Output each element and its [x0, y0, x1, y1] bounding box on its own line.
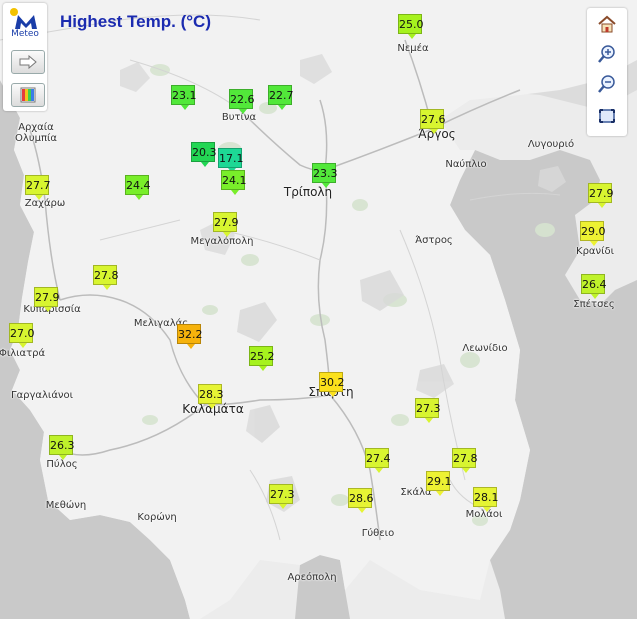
- place-label: Κρανίδι: [576, 246, 614, 257]
- legend-palette-icon: [20, 87, 36, 103]
- place-label: Μεθώνη: [45, 500, 87, 511]
- place-label: Μεγαλόπολη: [190, 236, 254, 247]
- place-label: Φιλιατρά: [0, 348, 46, 359]
- place-label: Νεμέα: [397, 43, 429, 54]
- zoom-out-button[interactable]: [593, 71, 621, 97]
- temp-marker[interactable]: 25.2: [249, 346, 275, 371]
- next-arrow-button[interactable]: [11, 50, 45, 74]
- temp-marker[interactable]: 25.0: [398, 14, 424, 39]
- place-label: Γύθειο: [361, 528, 395, 539]
- zoom-out-icon: [598, 75, 615, 93]
- fit-extent-icon: [599, 109, 615, 123]
- temp-marker[interactable]: 22.6: [229, 89, 255, 114]
- weather-map[interactable]: Highest Temp. (°C) Meteo Νεμέα Αρχαία Ολ…: [0, 0, 637, 619]
- temp-marker[interactable]: 27.9: [588, 183, 614, 208]
- temp-marker[interactable]: 28.1: [473, 487, 499, 512]
- place-label: Πύλος: [46, 459, 78, 470]
- temp-marker[interactable]: 24.4: [125, 175, 151, 200]
- temp-marker[interactable]: 20.3: [191, 142, 217, 167]
- temp-marker[interactable]: 30.2: [319, 372, 345, 397]
- temp-marker[interactable]: 29.1: [426, 471, 452, 496]
- temp-marker[interactable]: 23.1: [171, 85, 197, 110]
- place-label: Αρεόπολη: [287, 572, 337, 583]
- place-label: Ναύπλιο: [445, 159, 487, 170]
- temp-marker[interactable]: 27.6: [420, 109, 446, 134]
- place-label: Κορώνη: [137, 512, 177, 523]
- place-label: Λυγουριό: [527, 139, 575, 150]
- temp-marker[interactable]: 27.9: [34, 287, 60, 312]
- temp-marker[interactable]: 27.9: [213, 212, 239, 237]
- temp-marker[interactable]: 28.3: [198, 384, 224, 409]
- home-button[interactable]: [593, 11, 621, 37]
- temp-marker[interactable]: 27.8: [93, 265, 119, 290]
- map-tool-panel: [587, 8, 627, 136]
- temp-marker[interactable]: 24.1: [221, 170, 247, 195]
- legend-button[interactable]: [11, 83, 45, 107]
- home-icon: [598, 15, 616, 33]
- next-arrow-icon: [19, 55, 37, 69]
- place-label: Λεωνίδιο: [462, 343, 508, 354]
- place-label: Αρχαία Ολυμπία: [15, 122, 57, 144]
- left-control-panel: Meteo: [3, 3, 47, 111]
- fit-extent-button[interactable]: [593, 103, 621, 129]
- meteo-logo-text: Meteo: [11, 29, 39, 39]
- temp-marker[interactable]: 29.0: [580, 221, 606, 246]
- temp-marker[interactable]: 22.7: [268, 85, 294, 110]
- temp-marker[interactable]: 27.7: [25, 175, 51, 200]
- temp-marker[interactable]: 27.0: [9, 323, 35, 348]
- temp-marker[interactable]: 27.8: [452, 448, 478, 473]
- temp-marker[interactable]: 27.3: [415, 398, 441, 423]
- base-map: [0, 0, 637, 619]
- zoom-in-button[interactable]: [593, 41, 621, 67]
- place-label: Άστρος: [415, 235, 453, 246]
- temp-marker[interactable]: 32.2: [177, 324, 203, 349]
- temp-marker[interactable]: 26.4: [581, 274, 607, 299]
- temp-marker[interactable]: 26.3: [49, 435, 75, 460]
- temp-marker[interactable]: 27.3: [269, 484, 295, 509]
- temp-marker[interactable]: 28.6: [348, 488, 374, 513]
- zoom-in-icon: [598, 45, 615, 63]
- temp-marker[interactable]: 17.1: [218, 148, 244, 173]
- place-label: Σπέτσες: [573, 299, 615, 310]
- map-title: Highest Temp. (°C): [60, 12, 211, 31]
- temp-marker[interactable]: 23.3: [312, 163, 338, 188]
- place-label: Γαργαλιάνοι: [10, 390, 74, 401]
- temp-marker[interactable]: 27.4: [365, 448, 391, 473]
- place-label: Ζαχάρω: [24, 198, 66, 209]
